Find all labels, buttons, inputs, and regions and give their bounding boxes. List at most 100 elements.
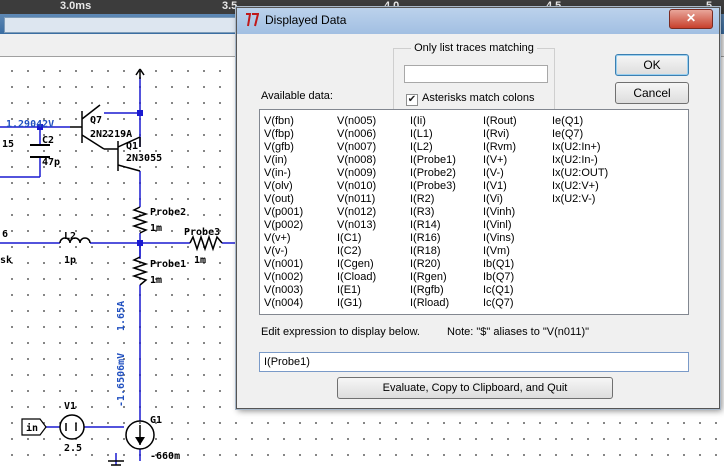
available-data-list[interactable]: V(fbn) V(fbp) V(gfb) V(in) V(in-) V(olv)… bbox=[259, 109, 689, 315]
list-item[interactable]: I(C2) bbox=[337, 245, 376, 258]
left-fragment-label: 6 bbox=[2, 229, 8, 240]
list-item[interactable]: I(Vi) bbox=[483, 193, 517, 206]
time-axis-label: 3.0ms bbox=[60, 0, 92, 12]
list-item[interactable]: V(n007) bbox=[337, 141, 376, 154]
c2-label: C2 bbox=[42, 135, 54, 146]
list-item[interactable]: Ib(Q1) bbox=[483, 258, 517, 271]
probe1-value-label: 1m bbox=[150, 275, 162, 286]
q1-model-label: 2N3055 bbox=[126, 153, 162, 164]
list-item[interactable]: V(fbp) bbox=[264, 128, 303, 141]
list-item[interactable]: I(Probe2) bbox=[410, 167, 456, 180]
list-item[interactable]: V(n001) bbox=[264, 258, 303, 271]
list-item[interactable]: I(Rload) bbox=[410, 297, 456, 310]
cancel-button[interactable]: Cancel bbox=[615, 82, 689, 104]
expression-input[interactable]: I(Probe1) bbox=[259, 352, 689, 372]
list-item[interactable]: Ix(U2:V+) bbox=[552, 180, 608, 193]
list-item[interactable]: I(V1) bbox=[483, 180, 517, 193]
data-column: Ie(Q1) Ie(Q7) Ix(U2:In+) Ix(U2:In-) Ix(U… bbox=[552, 115, 608, 206]
list-item[interactable]: Ie(Q1) bbox=[552, 115, 608, 128]
list-item[interactable]: V(gfb) bbox=[264, 141, 303, 154]
list-item[interactable]: Ix(U2:In-) bbox=[552, 154, 608, 167]
q7-model-label: 2N2219A bbox=[90, 129, 132, 140]
list-item[interactable]: I(Probe3) bbox=[410, 180, 456, 193]
list-item[interactable]: V(v-) bbox=[264, 245, 303, 258]
list-item[interactable]: I(C1) bbox=[337, 232, 376, 245]
list-item[interactable]: V(n008) bbox=[337, 154, 376, 167]
list-item[interactable]: I(Rvm) bbox=[483, 141, 517, 154]
list-item[interactable]: V(n011) bbox=[337, 193, 376, 206]
dialog-title: Displayed Data bbox=[265, 13, 347, 27]
list-item[interactable]: V(n009) bbox=[337, 167, 376, 180]
list-item[interactable]: V(p002) bbox=[264, 219, 303, 232]
list-item[interactable]: I(R16) bbox=[410, 232, 456, 245]
q7-label: Q7 bbox=[90, 115, 102, 126]
close-icon: ✕ bbox=[685, 11, 697, 25]
list-item[interactable]: V(n006) bbox=[337, 128, 376, 141]
trace-filter-input[interactable] bbox=[404, 65, 548, 83]
list-item[interactable]: I(Rgen) bbox=[410, 271, 456, 284]
list-item[interactable]: I(Rgfb) bbox=[410, 284, 456, 297]
probe3-value-label: 1m bbox=[194, 255, 206, 266]
schematic-pane-tab[interactable] bbox=[4, 17, 236, 33]
list-item[interactable]: V(olv) bbox=[264, 180, 303, 193]
list-item[interactable]: V(n012) bbox=[337, 206, 376, 219]
list-item[interactable]: I(R3) bbox=[410, 206, 456, 219]
ok-button[interactable]: OK bbox=[615, 54, 689, 76]
list-item[interactable]: I(Vins) bbox=[483, 232, 517, 245]
list-item[interactable]: I(R18) bbox=[410, 245, 456, 258]
list-item[interactable]: I(L2) bbox=[410, 141, 456, 154]
list-item[interactable]: Ix(U2:V-) bbox=[552, 193, 608, 206]
list-item[interactable]: V(out) bbox=[264, 193, 303, 206]
list-item[interactable]: I(Vinh) bbox=[483, 206, 517, 219]
evaluate-copy-quit-button[interactable]: Evaluate, Copy to Clipboard, and Quit bbox=[337, 377, 613, 399]
current-readout-label: 1.65A bbox=[116, 301, 127, 331]
asterisk-checkbox-label[interactable]: Asterisks match colons bbox=[422, 92, 534, 104]
list-item[interactable]: V(n002) bbox=[264, 271, 303, 284]
list-item[interactable]: V(n003) bbox=[264, 284, 303, 297]
probe3-label: Probe3 bbox=[184, 227, 220, 238]
data-column: I(Ii) I(L1) I(L2) I(Probe1) I(Probe2) I(… bbox=[410, 115, 456, 310]
list-item[interactable]: I(Rvi) bbox=[483, 128, 517, 141]
list-item[interactable]: Ib(Q7) bbox=[483, 271, 517, 284]
list-item[interactable]: I(V+) bbox=[483, 154, 517, 167]
q1-label: Q1 bbox=[126, 141, 138, 152]
list-item[interactable]: I(Cgen) bbox=[337, 258, 376, 271]
list-item[interactable]: Ix(U2:OUT) bbox=[552, 167, 608, 180]
list-item[interactable]: I(Probe1) bbox=[410, 154, 456, 167]
asterisk-checkbox[interactable]: ✔ bbox=[406, 94, 418, 106]
g1-label: G1 bbox=[150, 415, 162, 426]
list-item[interactable]: I(Ii) bbox=[410, 115, 456, 128]
close-button[interactable]: ✕ bbox=[669, 9, 713, 29]
list-item[interactable]: V(fbn) bbox=[264, 115, 303, 128]
list-item[interactable]: I(G1) bbox=[337, 297, 376, 310]
list-item[interactable]: I(L1) bbox=[410, 128, 456, 141]
list-item[interactable]: I(R20) bbox=[410, 258, 456, 271]
list-item[interactable]: I(Cload) bbox=[337, 271, 376, 284]
list-item[interactable]: V(n005) bbox=[337, 115, 376, 128]
list-item[interactable]: V(v+) bbox=[264, 232, 303, 245]
list-item[interactable]: I(Rout) bbox=[483, 115, 517, 128]
list-item[interactable]: Ix(U2:In+) bbox=[552, 141, 608, 154]
list-item[interactable]: Ic(Q1) bbox=[483, 284, 517, 297]
list-item[interactable]: V(in-) bbox=[264, 167, 303, 180]
probe2-label: Probe2 bbox=[150, 207, 186, 218]
list-item[interactable]: V(p001) bbox=[264, 206, 303, 219]
list-item[interactable]: I(V-) bbox=[483, 167, 517, 180]
list-item[interactable]: I(R2) bbox=[410, 193, 456, 206]
list-item[interactable]: V(n013) bbox=[337, 219, 376, 232]
list-item[interactable]: I(R14) bbox=[410, 219, 456, 232]
dialog-titlebar[interactable]: Displayed Data ✕ bbox=[237, 8, 719, 34]
left-value-label: 15 bbox=[2, 139, 14, 150]
time-axis-label: 3.5 bbox=[222, 0, 238, 12]
list-item[interactable]: I(Vm) bbox=[483, 245, 517, 258]
list-item[interactable]: I(Vinl) bbox=[483, 219, 517, 232]
list-item[interactable]: I(E1) bbox=[337, 284, 376, 297]
c2-value-label: 47p bbox=[42, 157, 60, 168]
list-item[interactable]: Ic(Q7) bbox=[483, 297, 517, 310]
list-item[interactable]: V(in) bbox=[264, 154, 303, 167]
list-item[interactable]: V(n010) bbox=[337, 180, 376, 193]
list-item[interactable]: Ie(Q7) bbox=[552, 128, 608, 141]
filter-caption: Only list traces matching bbox=[411, 42, 537, 54]
l2-value-label: 1p bbox=[64, 255, 76, 266]
list-item[interactable]: V(n004) bbox=[264, 297, 303, 310]
